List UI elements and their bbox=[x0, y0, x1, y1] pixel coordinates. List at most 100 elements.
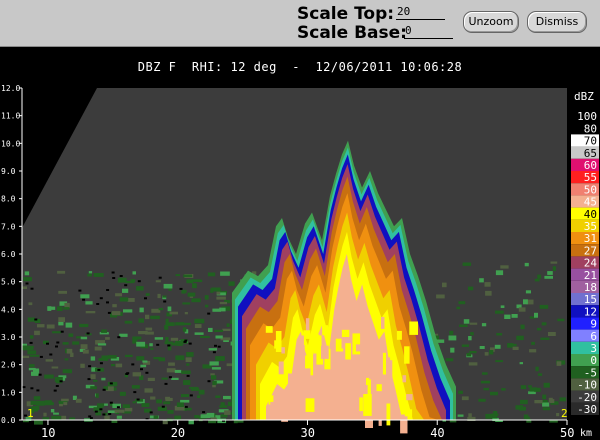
clutter-cell bbox=[200, 414, 211, 419]
clutter-cell bbox=[37, 324, 45, 328]
clutter-cell bbox=[496, 333, 503, 336]
clutter-cell bbox=[111, 311, 121, 316]
clutter-cell bbox=[186, 279, 194, 284]
clutter-cell bbox=[145, 314, 150, 320]
y-tick-label: 3.0 bbox=[1, 333, 16, 342]
clutter-cell bbox=[520, 324, 525, 330]
no-echo-cell bbox=[96, 303, 100, 305]
clutter-cell bbox=[51, 415, 62, 420]
legend-label: 45 bbox=[584, 196, 597, 209]
y-tick-label: 10.0 bbox=[1, 139, 20, 148]
rhi-plot[interactable]: 0.01.02.03.04.05.06.07.08.09.010.011.012… bbox=[0, 0, 600, 440]
y-tick-label: 8.0 bbox=[1, 195, 16, 204]
clutter-cell bbox=[220, 402, 225, 408]
clutter-cell bbox=[557, 318, 565, 322]
core-cell bbox=[365, 414, 373, 428]
clutter-cell bbox=[185, 357, 192, 362]
clutter-cell bbox=[97, 403, 105, 408]
clutter-cell bbox=[80, 294, 90, 299]
clutter-cell bbox=[479, 278, 484, 283]
no-echo-cell bbox=[102, 388, 106, 391]
clutter-cell bbox=[167, 410, 174, 414]
clutter-cell bbox=[458, 390, 463, 394]
clutter-cell bbox=[183, 274, 193, 278]
clutter-cell bbox=[457, 414, 464, 417]
clutter-cell bbox=[518, 307, 526, 312]
clutter-cell bbox=[468, 286, 474, 291]
clutter-cell bbox=[63, 307, 70, 310]
clutter-cell bbox=[512, 346, 519, 350]
clutter-cell bbox=[495, 360, 503, 363]
clutter-cell bbox=[85, 311, 96, 314]
clutter-cell bbox=[187, 292, 196, 297]
clutter-cell bbox=[144, 388, 153, 393]
clutter-cell bbox=[123, 309, 133, 313]
clutter-cell bbox=[469, 322, 478, 325]
clutter-cell bbox=[223, 395, 231, 400]
x-tick-label: 10 bbox=[41, 426, 55, 440]
core-cell bbox=[402, 375, 407, 383]
no-echo-cell bbox=[117, 336, 121, 339]
clutter-cell bbox=[167, 306, 172, 312]
clutter-cell bbox=[484, 352, 489, 356]
clutter-cell bbox=[559, 397, 566, 402]
clutter-cell bbox=[459, 324, 468, 327]
no-echo-cell bbox=[145, 371, 149, 374]
legend-label: 50 bbox=[584, 183, 597, 196]
clutter-cell bbox=[62, 342, 69, 345]
clutter-cell bbox=[211, 367, 221, 370]
clutter-cell bbox=[57, 270, 66, 274]
clutter-cell bbox=[226, 323, 230, 327]
y-tick-label: 9.0 bbox=[1, 167, 16, 176]
clutter-cell bbox=[68, 333, 74, 337]
no-echo-cell bbox=[158, 276, 162, 279]
no-echo-cell bbox=[149, 411, 153, 414]
clutter-cell bbox=[66, 348, 73, 354]
clutter-cell bbox=[22, 345, 30, 351]
clutter-cell bbox=[219, 301, 227, 305]
clutter-cell bbox=[166, 368, 176, 373]
clutter-cell bbox=[208, 327, 213, 332]
no-echo-cell bbox=[59, 380, 63, 383]
core-cell bbox=[404, 409, 413, 417]
clutter-cell bbox=[210, 288, 214, 293]
core-cell bbox=[365, 367, 373, 378]
no-echo-cell bbox=[106, 301, 109, 304]
clutter-cell bbox=[485, 290, 492, 296]
no-echo-cell bbox=[186, 374, 190, 377]
clutter-cell bbox=[535, 366, 539, 372]
clutter-cell bbox=[63, 402, 68, 406]
no-echo-cell bbox=[29, 341, 33, 344]
clutter-cell bbox=[27, 317, 35, 322]
clutter-cell bbox=[468, 413, 472, 418]
clutter-cell bbox=[141, 403, 150, 407]
clutter-cell bbox=[534, 278, 540, 282]
clutter-cell bbox=[119, 297, 129, 302]
clutter-cell bbox=[153, 415, 159, 419]
clutter-cell bbox=[537, 274, 542, 279]
core-cell bbox=[270, 401, 274, 415]
no-echo-cell bbox=[55, 385, 59, 387]
x-tick-label: 30 bbox=[301, 426, 315, 440]
no-echo-cell bbox=[60, 330, 64, 333]
clutter-cell bbox=[29, 354, 40, 357]
core-cell bbox=[374, 373, 383, 383]
clutter-cell bbox=[136, 286, 144, 291]
no-echo-cell bbox=[184, 405, 188, 408]
core-cell bbox=[376, 384, 382, 392]
clutter-cell bbox=[542, 402, 550, 407]
clutter-cell bbox=[58, 290, 67, 294]
core-cell bbox=[363, 394, 372, 416]
core-cell bbox=[404, 346, 410, 364]
no-echo-cell bbox=[109, 382, 113, 385]
y-tick-label: 5.0 bbox=[1, 278, 16, 287]
clutter-cell bbox=[101, 355, 111, 359]
clutter-cell bbox=[114, 409, 125, 413]
no-echo-cell bbox=[82, 298, 86, 301]
clutter-cell bbox=[80, 363, 85, 368]
clutter-cell bbox=[27, 350, 37, 355]
y-tick-label: 1.0 bbox=[1, 388, 16, 397]
clutter-cell bbox=[136, 356, 145, 361]
clutter-cell bbox=[165, 318, 169, 324]
core-cell bbox=[331, 356, 336, 373]
